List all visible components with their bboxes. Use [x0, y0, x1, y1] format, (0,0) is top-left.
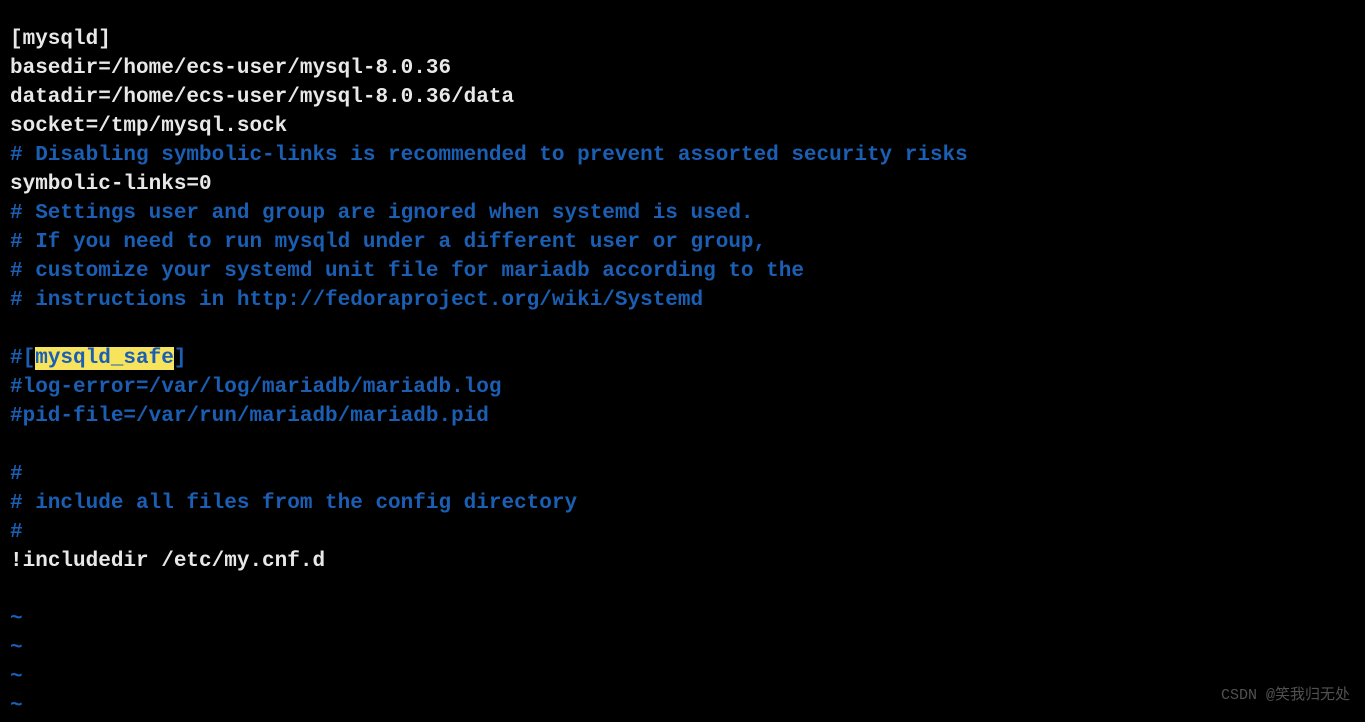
editor-line: #[mysqld_safe]	[10, 345, 1355, 374]
text-segment: # instructions in http://fedoraproject.o…	[10, 289, 703, 312]
text-segment: includedir /etc/my.cnf.d	[23, 550, 325, 573]
text-segment: ~	[10, 666, 23, 689]
text-segment: # include all files from the config dire…	[10, 492, 577, 515]
editor-content[interactable]: [mysqld] basedir=/home/ecs-user/mysql-8.0…	[10, 26, 1355, 722]
text-segment: #	[10, 463, 23, 486]
text-segment: [mysqld]	[10, 28, 111, 51]
tab-bar	[10, 8, 1355, 18]
text-segment: #log-error=/var/log/mariadb/mariadb.log	[10, 376, 501, 399]
editor-line: #	[10, 519, 1355, 548]
text-segment: basedir=/home/ecs-user/mysql-8.0.36	[10, 57, 451, 80]
text-segment: !	[10, 550, 23, 573]
editor-line: datadir=/home/ecs-user/mysql-8.0.36/data	[10, 84, 1355, 113]
text-segment: symbolic-links=0	[10, 173, 212, 196]
editor-line: [mysqld]	[10, 26, 1355, 55]
editor-line	[10, 432, 1355, 461]
text-segment: mysqld_safe	[35, 347, 174, 370]
text-segment: # Settings user and group are ignored wh…	[10, 202, 754, 225]
text-segment: ]	[174, 347, 187, 370]
text-segment: datadir=/home/ecs-user/mysql-8.0.36/data	[10, 86, 514, 109]
editor-line	[10, 577, 1355, 606]
watermark: CSDN @笑我归无处	[1221, 686, 1350, 707]
editor-line: #pid-file=/var/run/mariadb/mariadb.pid	[10, 403, 1355, 432]
editor-line: # Settings user and group are ignored wh…	[10, 200, 1355, 229]
editor-line: ~	[10, 693, 1355, 722]
text-segment: # Disabling symbolic-links is recommende…	[10, 144, 968, 167]
editor-line: #log-error=/var/log/mariadb/mariadb.log	[10, 374, 1355, 403]
editor-line: # instructions in http://fedoraproject.o…	[10, 287, 1355, 316]
text-segment: ~	[10, 695, 23, 718]
text-segment: #pid-file=/var/run/mariadb/mariadb.pid	[10, 405, 489, 428]
text-segment: # If you need to run mysqld under a diff…	[10, 231, 766, 254]
text-segment: #[	[10, 347, 35, 370]
text-segment: ~	[10, 637, 23, 660]
text-segment: #	[10, 521, 23, 544]
editor-line: #	[10, 461, 1355, 490]
editor-line: socket=/tmp/mysql.sock	[10, 113, 1355, 142]
editor-line: # include all files from the config dire…	[10, 490, 1355, 519]
editor-line: ~	[10, 635, 1355, 664]
editor-line: ~	[10, 664, 1355, 693]
editor-line: # Disabling symbolic-links is recommende…	[10, 142, 1355, 171]
editor-line: # customize your systemd unit file for m…	[10, 258, 1355, 287]
editor-line: basedir=/home/ecs-user/mysql-8.0.36	[10, 55, 1355, 84]
editor-line: ~	[10, 606, 1355, 635]
text-segment: socket=/tmp/mysql.sock	[10, 115, 287, 138]
editor-line: # If you need to run mysqld under a diff…	[10, 229, 1355, 258]
editor-line: symbolic-links=0	[10, 171, 1355, 200]
editor-line	[10, 316, 1355, 345]
text-segment: ~	[10, 608, 23, 631]
editor-line: !includedir /etc/my.cnf.d	[10, 548, 1355, 577]
text-segment: # customize your systemd unit file for m…	[10, 260, 804, 283]
